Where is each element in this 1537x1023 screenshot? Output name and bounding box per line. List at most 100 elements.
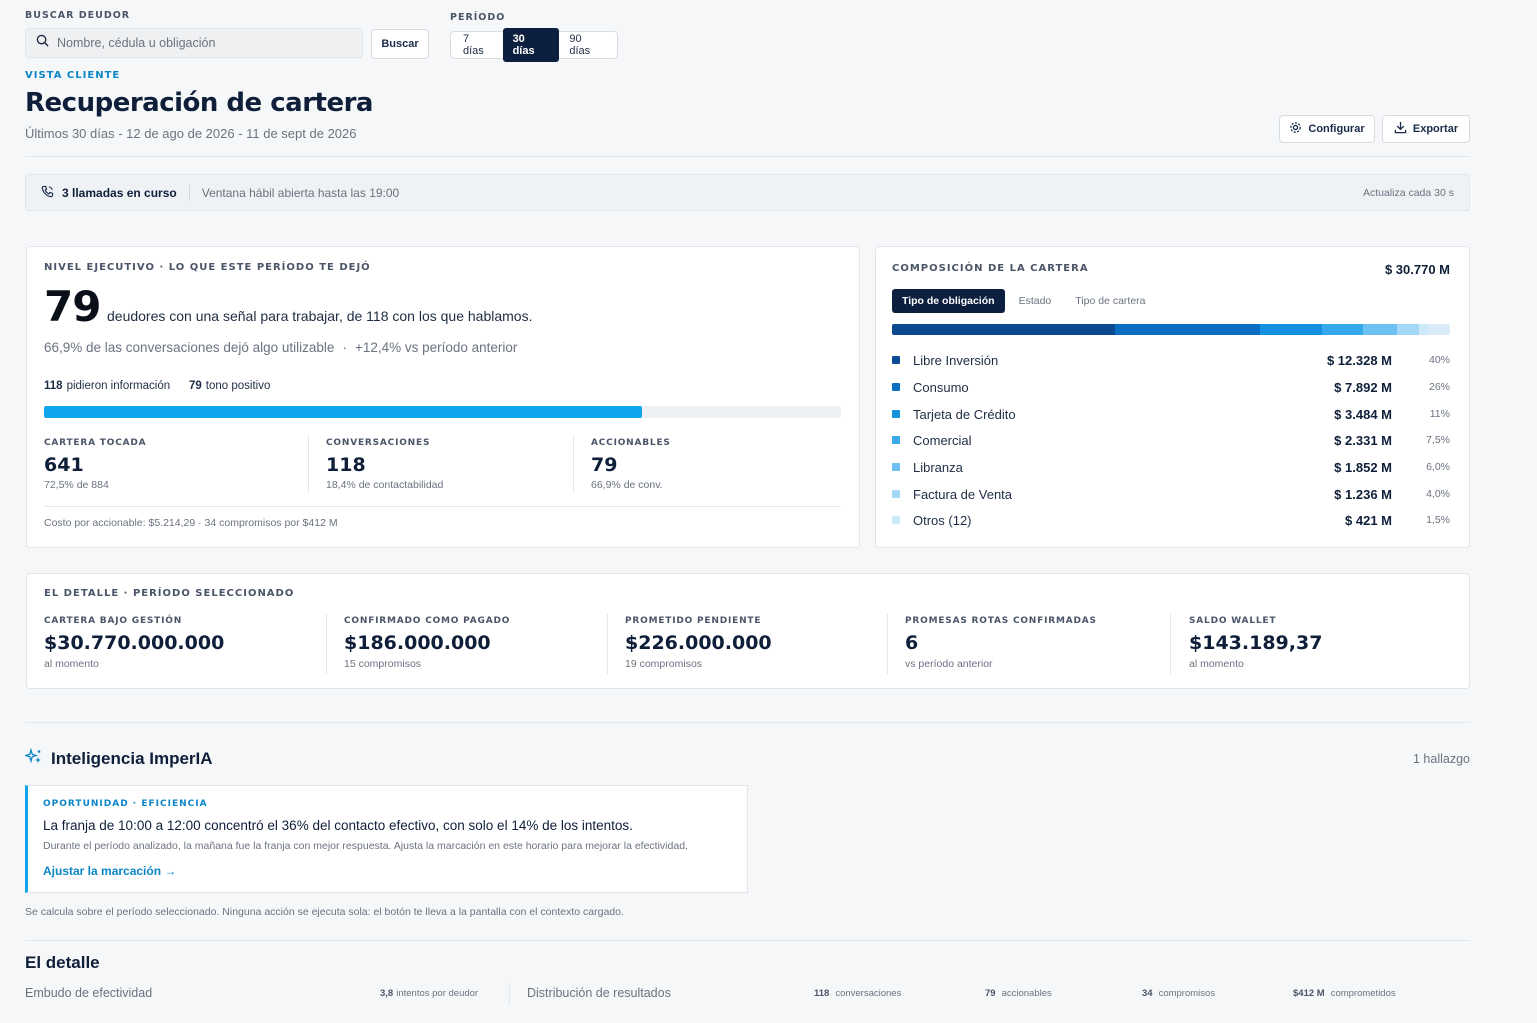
live-calls-banner: 3 llamadas en curso Ventana hábil abiert… [25,174,1470,211]
banner-separator [188,184,190,201]
row-amount: $ 1.852 M [1334,459,1392,475]
stat-label: compromisos [1158,988,1216,999]
search-button[interactable]: Buscar [371,29,429,59]
kpi-sub: 72,5% de 884 [44,479,109,491]
stack-remainder [1427,324,1450,335]
detail-label: CARTERA BAJO GESTIÓN [44,616,183,626]
bottom-divider [509,983,510,1005]
tab-obligation-type[interactable]: Tipo de obligación [892,289,1005,313]
composition-total: $ 30.770 M [1384,262,1450,277]
legend-swatch [892,383,900,391]
attempts-label: intentos por deudor [396,988,479,999]
executive-footer: Costo por accionable: $5.214,29 · 34 com… [44,517,338,529]
configure-button[interactable]: Configurar [1279,115,1375,143]
bottom-title: El detalle [25,953,100,972]
kpi-value: 79 [591,454,618,476]
kpi-sub: 66,9% de conv. [591,479,663,491]
legend-swatch [892,436,900,444]
row-percent: 1,5% [1426,514,1450,526]
positive-tone: 79 tono positivo [189,380,270,392]
detail-paid: CONFIRMADO COMO PAGADO $186.000.000 15 c… [344,616,510,670]
stat-number: 79 [985,988,996,999]
period-selector[interactable]: 7 días 30 días 90 días [450,28,618,62]
tab-portfolio-type[interactable]: Tipo de cartera [1065,289,1155,313]
legend-swatch [892,356,900,364]
header-divider [25,156,1470,157]
legend-swatch [892,490,900,498]
refresh-status: Actualiza cada 30 s [1362,186,1454,199]
kpi-actionables: ACCIONABLES 79 66,9% de conv. [591,438,671,491]
kpi-label: ACCIONABLES [591,438,671,448]
row-name: Otros (12) [913,512,972,528]
row-amount: $ 1.236 M [1334,486,1392,502]
attempts-stat: 3,8 intentos por deudor [380,988,478,999]
detail-sub: 19 compromisos [625,658,703,670]
window-status: Ventana hábil abierta hasta las 19:00 [201,185,400,200]
stat-committed-amount: $412 M comprometidos [1293,988,1396,999]
positive-count: 79 [189,380,202,392]
stat-commitments: 34 compromisos [1142,988,1215,999]
info-requests: 118 pidieron información [44,380,170,392]
stat-actionables: 79 accionables [985,988,1052,999]
insight-headline: La franja de 10:00 a 12:00 concentró el … [43,818,633,833]
stat-label: conversaciones [835,988,902,999]
search-field[interactable] [25,28,363,58]
composition-row[interactable]: Tarjeta de Crédito $ 3.484 M 11% [892,404,1450,424]
executive-divider [44,506,841,507]
search-input[interactable] [57,36,347,50]
kpi-divider [308,436,309,492]
detail-sub: al momento [44,658,99,670]
detail-value: $30.770.000.000 [44,632,225,654]
detail-value: 6 [905,632,919,654]
detail-pending: PROMETIDO PENDIENTE $226.000.000 19 comp… [625,616,772,670]
detail-sub: 15 compromisos [344,658,422,670]
detail-title: EL DETALLE · PERÍODO SELECCIONADO [44,588,295,599]
insight-tag: OPORTUNIDAD · EFICIENCIA [43,799,208,809]
stat-label: accionables [1001,988,1052,999]
period-option-7[interactable]: 7 días [453,28,503,62]
composition-row[interactable]: Libranza $ 1.852 M 6,0% [892,457,1450,477]
row-name: Comercial [913,432,972,448]
download-icon [1394,121,1407,137]
row-name: Libre Inversión [913,352,999,368]
row-amount: $ 12.328 M [1326,352,1392,368]
kpi-cartera: CARTERA TOCADA 641 72,5% de 884 [44,438,146,491]
stat-number: 118 [814,988,830,999]
period-option-90[interactable]: 90 días [559,28,615,62]
stack-segment [1419,324,1428,335]
row-name: Tarjeta de Crédito [913,406,1016,422]
composition-row[interactable]: Factura de Venta $ 1.236 M 4,0% [892,484,1450,504]
stack-segment [1321,324,1364,335]
detail-divider [607,614,608,674]
view-eyebrow: VISTA CLIENTE [25,70,121,81]
stat-number: 34 [1142,988,1153,999]
intelligence-note: Se calcula sobre el período seleccionado… [25,906,624,918]
kpi-conversations: CONVERSACIONES 118 18,4% de contactabili… [326,438,443,491]
row-percent: 7,5% [1426,434,1450,446]
attempts-number: 3,8 [380,988,394,999]
period-label: PERÍODO [450,12,506,23]
executive-big-text: deudores con una señal para trabajar, de… [107,308,533,324]
composition-row[interactable]: Comercial $ 2.331 M 7,5% [892,430,1450,450]
kpi-label: CARTERA TOCADA [44,438,147,448]
period-change: +12,4% vs período anterior [354,340,518,355]
detail-value: $226.000.000 [625,632,772,654]
export-label: Exportar [1412,123,1459,135]
insight-card: OPORTUNIDAD · EFICIENCIA La franja de 10… [25,785,748,893]
adjust-dialing-link[interactable]: Ajustar la marcación → [43,864,176,878]
page-title: Recuperación de cartera [25,88,373,118]
legend-swatch [892,410,900,418]
gear-icon [1289,121,1302,137]
findings-count: 1 hallazgo [1413,752,1470,766]
composition-title: COMPOSICIÓN DE LA CARTERA [892,263,1089,274]
composition-row[interactable]: Libre Inversión $ 12.328 M 40% [892,350,1450,370]
row-percent: 4,0% [1426,488,1450,500]
period-option-30[interactable]: 30 días [502,28,560,62]
export-button[interactable]: Exportar [1382,115,1470,143]
detail-broken-promises: PROMESAS ROTAS CONFIRMADAS 6 vs período … [905,616,1097,670]
tab-status[interactable]: Estado [1009,289,1062,313]
composition-row[interactable]: Otros (12) $ 421 M 1,5% [892,510,1450,530]
detail-divider [887,614,888,674]
composition-tabs: Tipo de obligación Estado Tipo de carter… [892,289,1156,313]
composition-row[interactable]: Consumo $ 7.892 M 26% [892,377,1450,397]
